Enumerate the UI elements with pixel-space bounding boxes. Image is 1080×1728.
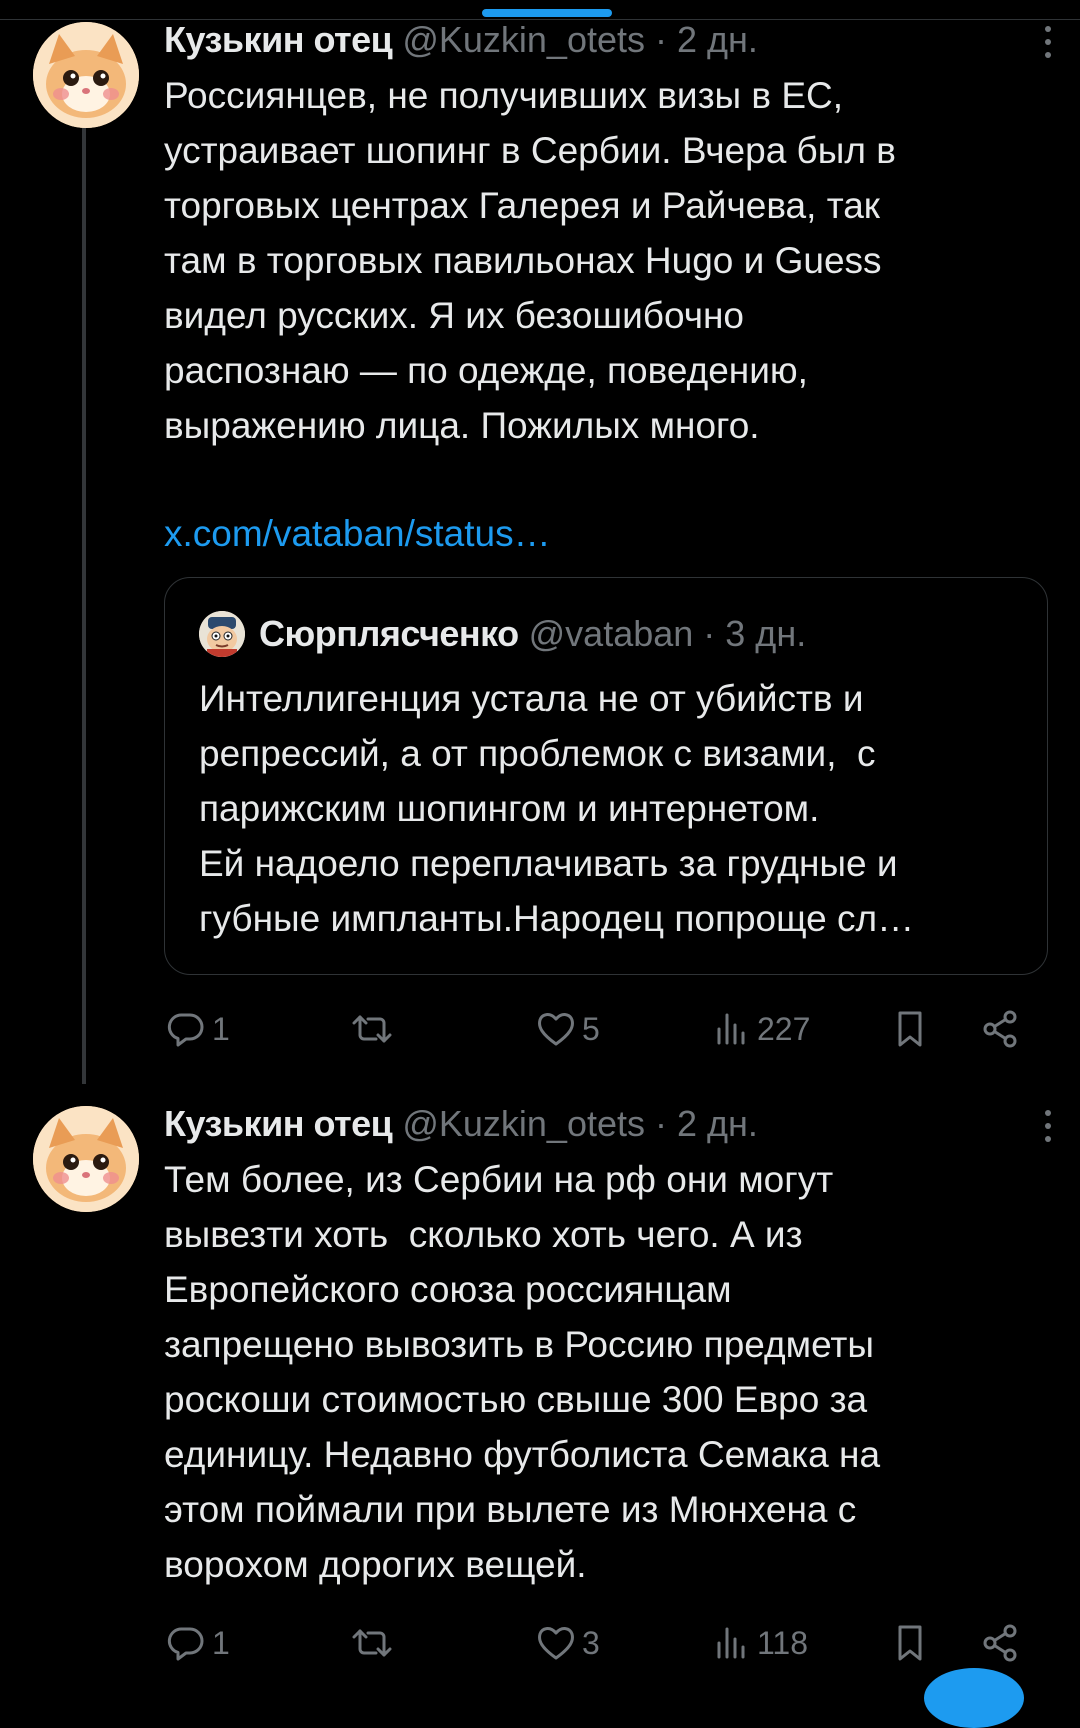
tweet-text: Тем более, из Сербии на рф они могут выв… [164, 1159, 881, 1585]
views-count: 118 [757, 1624, 809, 1661]
views-icon [717, 1627, 745, 1659]
views-icon [717, 1013, 745, 1045]
kitten-avatar-image [33, 1106, 139, 1212]
author-handle[interactable]: @Kuzkin_otets [402, 1103, 645, 1145]
reply-count: 1 [212, 1624, 230, 1661]
thread-line [82, 124, 86, 1084]
quote-text: Интеллигенция устала не от убийств и реп… [199, 678, 915, 939]
compose-fab-edge[interactable] [924, 1668, 1024, 1728]
quote-header: Сюрплясченко @vataban · 3 дн. [199, 608, 806, 660]
share-icon [983, 1624, 1017, 1662]
share-button[interactable] [978, 1004, 1022, 1054]
heart-icon [538, 1013, 574, 1046]
avatar[interactable] [33, 22, 139, 128]
more-icon[interactable] [1042, 22, 1054, 62]
bookmark-button[interactable] [888, 1004, 932, 1054]
tweet-header: Кузькин отец @Kuzkin_otets · 2 дн. [164, 1102, 1050, 1146]
views-count: 227 [757, 1010, 811, 1047]
like-button[interactable]: 5 [534, 1004, 600, 1054]
reply-count: 1 [212, 1010, 230, 1047]
author-name[interactable]: Кузькин отец [164, 19, 393, 61]
quote-author-handle: @vataban [528, 613, 694, 654]
tweet-text: Россиянцев, не получивших визы в ЕС, уст… [164, 75, 896, 446]
repost-button[interactable] [350, 1004, 398, 1054]
repost-icon [352, 1015, 392, 1043]
views-button[interactable]: 118 [709, 1618, 808, 1668]
author-handle[interactable]: @Kuzkin_otets [402, 19, 645, 61]
share-button[interactable] [978, 1618, 1022, 1668]
bookmark-icon [898, 1625, 922, 1661]
like-count: 3 [582, 1624, 600, 1661]
bookmark-icon [898, 1011, 922, 1047]
more-icon[interactable] [1042, 1106, 1054, 1146]
quote-time: · 3 дн. [703, 613, 807, 654]
repost-button[interactable] [350, 1618, 398, 1668]
views-button[interactable]: 227 [709, 1004, 810, 1054]
quote-avatar [199, 611, 245, 657]
reply-button[interactable]: 1 [164, 1004, 230, 1054]
scroll-indicator [482, 9, 612, 17]
tweet-link[interactable]: x.com/vataban/status… [164, 506, 551, 561]
tweet-actions: 1 5 227 [164, 1004, 1044, 1054]
share-icon [983, 1010, 1017, 1048]
tweet-header: Кузькин отец @Kuzkin_otets · 2 дн. [164, 18, 1050, 62]
avatar[interactable] [33, 1106, 139, 1212]
kitten-avatar-image [33, 22, 139, 128]
quote-author-name: Сюрплясченко [259, 613, 519, 654]
heart-icon [538, 1627, 574, 1660]
quoted-tweet[interactable]: Сюрплясченко @vataban · 3 дн. Интеллиген… [164, 577, 1048, 975]
like-button[interactable]: 3 [534, 1618, 600, 1668]
bookmark-button[interactable] [888, 1618, 932, 1668]
author-name[interactable]: Кузькин отец [164, 1103, 393, 1145]
tweet-time[interactable]: · 2 дн. [655, 1103, 758, 1145]
tweet-time[interactable]: · 2 дн. [655, 19, 758, 61]
tweet-actions: 1 3 118 [164, 1618, 1044, 1668]
repost-icon [352, 1629, 392, 1657]
like-count: 5 [582, 1010, 600, 1047]
reply-icon [167, 1013, 204, 1047]
cartoon-avatar-image [199, 611, 245, 657]
reply-icon [167, 1627, 204, 1661]
reply-button[interactable]: 1 [164, 1618, 230, 1668]
